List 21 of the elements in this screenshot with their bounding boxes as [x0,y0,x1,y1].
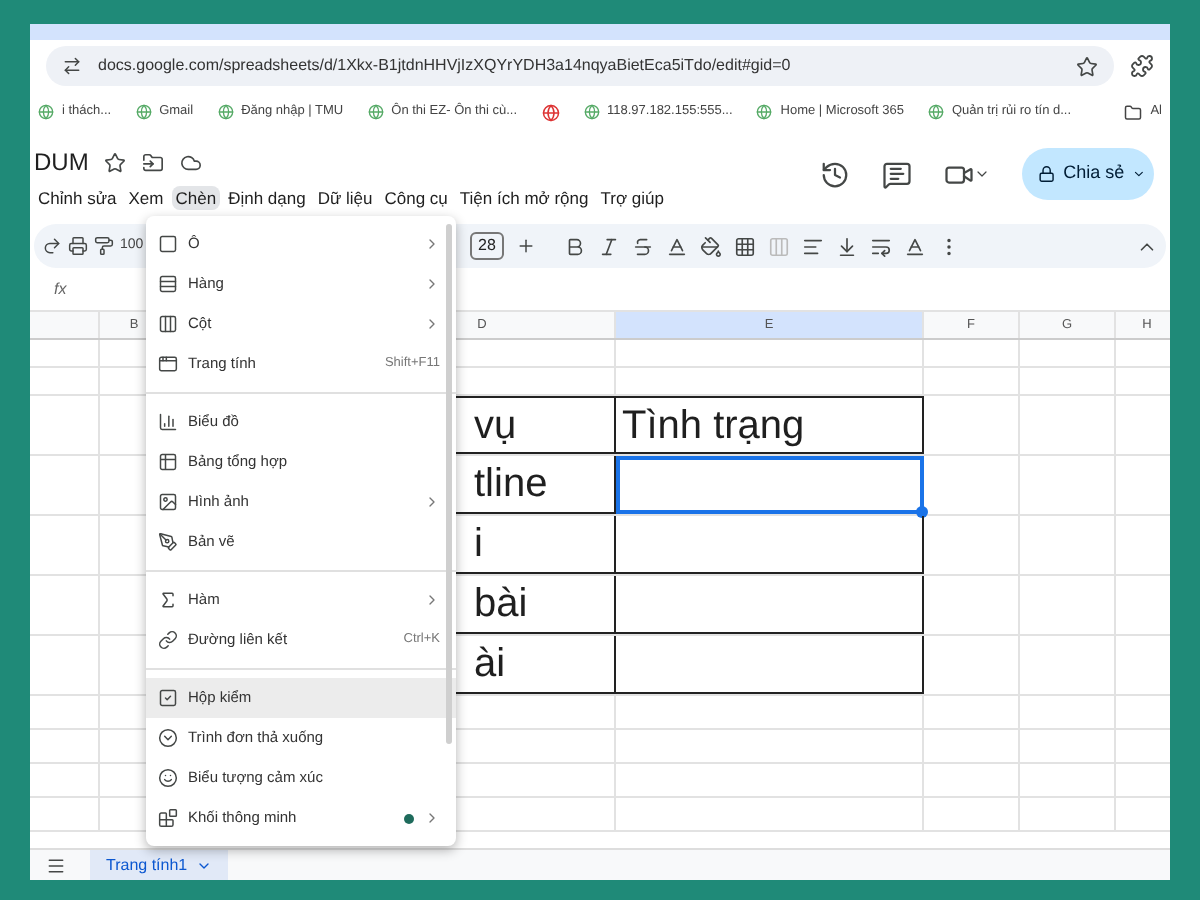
font-size-field[interactable]: 28 [470,232,504,260]
share-button[interactable]: Chia sẻ [1022,148,1154,200]
table-cell-text: vụ [474,401,517,451]
menu-item[interactable]: Định dạng [224,185,310,211]
menu-item[interactable]: Xem [124,185,168,211]
menu-item[interactable]: Chèn [171,185,221,211]
table-cell-text: ài [474,640,506,690]
url-text: docs.google.com/spreadsheets/d/1Xkx-B1jtdnHHVjIzXQYrYDH3a14nqyaBietEca5iTdo/edit#gid=0 [98,54,791,78]
table-cell[interactable]: Tình trạng [616,396,924,454]
address-bar[interactable]: docs.google.com/spreadsheets/d/1Xkx-B1jtdnHHVjIzXQYrYDH3a14nqyaBietEca5iTdo/edit#gid=0 [46,46,1114,86]
table-cell-text: i [474,520,483,570]
menu-item[interactable]: Chỉnh sửa [34,185,121,211]
menu-item[interactable]: Trợ giúp [596,185,668,211]
menu-item[interactable]: Công cụ [380,185,452,211]
menu-item[interactable]: Dữ liệu [313,185,377,211]
sheet-tab[interactable]: Trang tính1 [90,850,228,880]
menu-item[interactable]: Tiện ích mở rộng [455,185,593,211]
formula-label: fx [54,277,67,301]
table-cell-text: bài [474,580,528,630]
table-cell-text: tline [474,460,548,510]
document-title[interactable]: DUM [34,144,89,180]
